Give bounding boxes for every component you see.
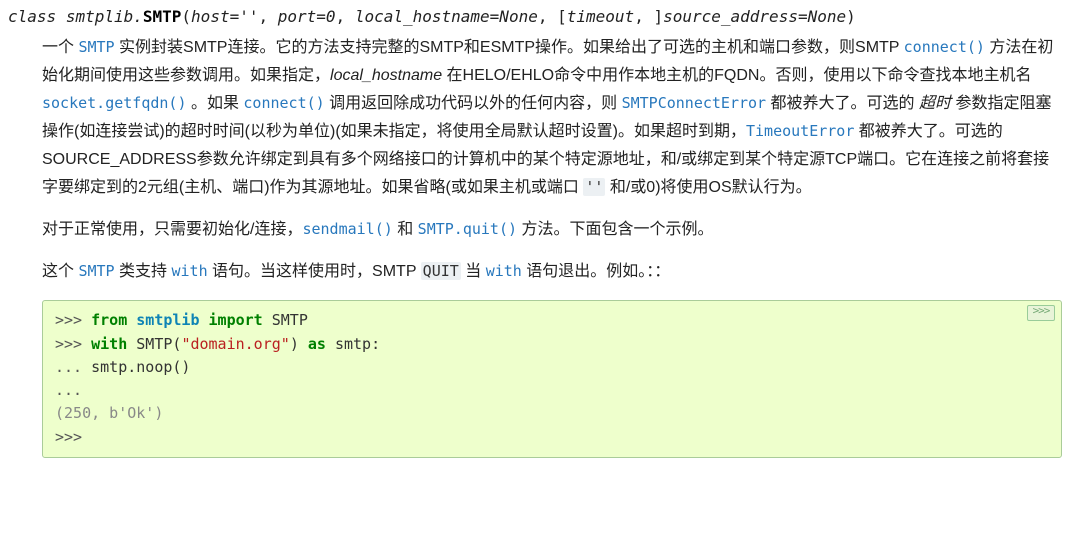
param-host: host='' <box>191 7 258 26</box>
keyword-as: as <box>308 335 326 353</box>
code-example: >>> >>> from smtplib import SMTP >>> wit… <box>42 300 1062 458</box>
class-description: 一个 SMTP 实例封装SMTP连接。它的方法支持完整的SMTP和ESMTP操作… <box>42 34 1062 458</box>
keyword-from: from <box>91 311 127 329</box>
link-timeouterror[interactable]: TimeoutError <box>746 122 854 140</box>
comma: , <box>538 7 557 26</box>
prompt: >>> <box>55 335 91 353</box>
link-smtp-2[interactable]: SMTP <box>78 262 114 280</box>
code-text: SMTP( <box>127 335 181 353</box>
copy-prompts-button[interactable]: >>> <box>1027 305 1055 321</box>
text: 语句退出。例如。：： <box>522 263 670 280</box>
link-smtpconnecterror[interactable]: SMTPConnectError <box>622 94 767 112</box>
code-text: smtp.noop() <box>91 358 190 376</box>
literal-empty-string: '' <box>583 178 605 196</box>
keyword-class: class <box>8 7 56 26</box>
param-source-address: source_address=None <box>663 7 846 26</box>
prompt: >>> <box>55 428 82 446</box>
text: 在HELO/EHLO命令中用作本地主机的FQDN。否则，使用以下命令查找本地主机… <box>442 67 1031 84</box>
param-local-hostname: local_hostname=None <box>355 7 538 26</box>
code-line: ... <box>55 379 1049 402</box>
code-line: >>> <box>55 426 1049 449</box>
paragraph-3: 这个 SMTP 类支持 with 语句。当这样使用时，SMTP QUIT 当 w… <box>42 258 1062 286</box>
comma: , <box>336 7 355 26</box>
text: 调用返回除成功代码以外的任何内容，则 <box>325 95 622 112</box>
param-ref-timeout: 超时 <box>919 95 951 112</box>
prompt-continuation: ... <box>55 381 82 399</box>
link-with-stmt[interactable]: with <box>171 262 207 280</box>
text: 和/或0)将使用OS默认行为。 <box>605 179 811 196</box>
paragraph-2: 对于正常使用，只需要初始化/连接，sendmail() 和 SMTP.quit(… <box>42 216 1062 244</box>
code-text: smtp: <box>326 335 380 353</box>
code-text: ) <box>290 335 308 353</box>
text: 都被养大了。可选的 <box>766 95 919 112</box>
text: 语句。当这样使用时，SMTP <box>208 263 421 280</box>
output-line: (250, b'Ok') <box>55 404 163 422</box>
param-timeout: timeout <box>567 7 634 26</box>
text: 当 <box>461 263 486 280</box>
text: 一个 <box>42 39 78 56</box>
keyword-import: import <box>209 311 263 329</box>
string-literal: "domain.org" <box>181 335 289 353</box>
text: 对于正常使用，只需要初始化/连接， <box>42 221 302 238</box>
name-smtp: SMTP <box>263 311 308 329</box>
prompt: >>> <box>55 311 91 329</box>
text: 这个 <box>42 263 78 280</box>
text: 。如果 <box>187 95 244 112</box>
link-sendmail[interactable]: sendmail() <box>302 220 392 238</box>
comma: , <box>634 7 653 26</box>
code-line: >>> from smtplib import SMTP <box>55 309 1049 332</box>
text: 方法。下面包含一个示例。 <box>517 221 713 238</box>
class-signature: class smtplib.SMTP(host='', port=0, loca… <box>8 6 1062 28</box>
link-getfqdn[interactable]: socket.getfqdn() <box>42 94 187 112</box>
class-name: SMTP <box>143 7 182 26</box>
comma: , <box>258 7 277 26</box>
link-with-stmt-2[interactable]: with <box>486 262 522 280</box>
link-connect-2[interactable]: connect() <box>243 94 324 112</box>
code-line: (250, b'Ok') <box>55 402 1049 425</box>
paragraph-1: 一个 SMTP 实例封装SMTP连接。它的方法支持完整的SMTP和ESMTP操作… <box>42 34 1062 202</box>
param-ref-local-hostname: local_hostname <box>330 67 442 84</box>
keyword-with: with <box>91 335 127 353</box>
literal-quit: QUIT <box>421 262 461 280</box>
class-definition: class smtplib.SMTP(host='', port=0, loca… <box>8 6 1062 458</box>
code-line: >>> with SMTP("domain.org") as smtp: <box>55 333 1049 356</box>
prompt-continuation: ... <box>55 358 91 376</box>
paren-open: ( <box>181 7 191 26</box>
link-smtp-quit[interactable]: SMTP.quit() <box>418 220 517 238</box>
bracket-open: [ <box>557 7 567 26</box>
text: 实例封装SMTP连接。它的方法支持完整的SMTP和ESMTP操作。如果给出了可选… <box>115 39 904 56</box>
param-port: port=0 <box>278 7 336 26</box>
text: 类支持 <box>115 263 172 280</box>
link-connect[interactable]: connect() <box>904 38 985 56</box>
text: 和 <box>393 221 418 238</box>
paren-close: ) <box>846 7 856 26</box>
code-line: ... smtp.noop() <box>55 356 1049 379</box>
module-name: smtplib. <box>66 7 143 26</box>
link-smtp[interactable]: SMTP <box>78 38 114 56</box>
bracket-close: ] <box>653 7 663 26</box>
module-smtplib: smtplib <box>127 311 208 329</box>
